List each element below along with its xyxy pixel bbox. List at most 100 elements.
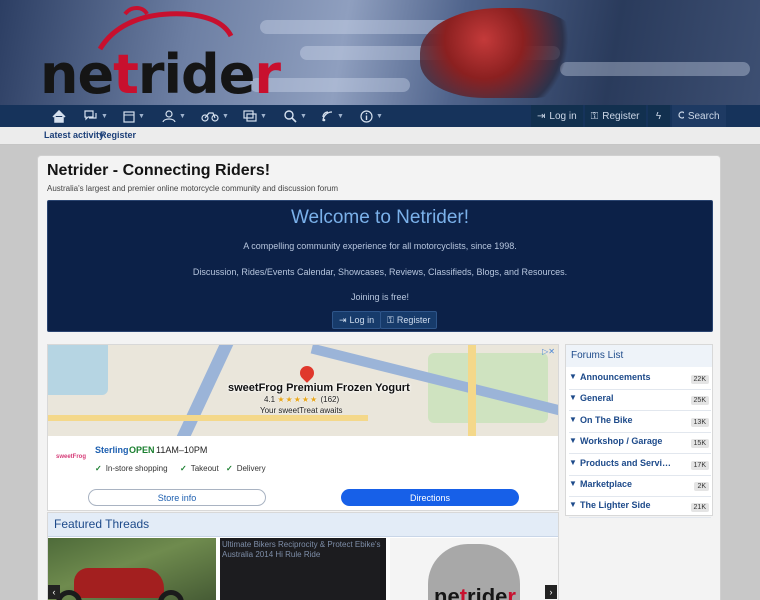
welcome-login-button[interactable]: ⇥ Log in: [332, 311, 382, 329]
welcome-heading: Welcome to Netrider!: [290, 207, 470, 228]
carousel-next-icon[interactable]: ›: [545, 585, 557, 599]
forum-label[interactable]: Workshop / Garage: [580, 436, 676, 446]
review-count: (162): [320, 395, 340, 404]
welcome-register-button[interactable]: ⚿ Register: [380, 311, 438, 329]
check-icon: ✓: [180, 464, 187, 473]
broken-image-alt: Ultimate Bikers Reciprocity & Protect Eb…: [222, 540, 381, 559]
latest-activity-link[interactable]: Latest activity: [44, 130, 104, 140]
motorcycle-image: [74, 568, 164, 598]
nav-forums[interactable]: ▼: [84, 105, 108, 127]
nav-calendar[interactable]: ▼: [123, 105, 145, 127]
chevron-down-icon[interactable]: ▼: [569, 393, 577, 402]
subnav-register-link[interactable]: Register: [100, 130, 136, 140]
nav-links[interactable]: ▼: [321, 105, 344, 127]
forum-item[interactable]: ▼ Workshop / Garage 15K: [569, 433, 711, 454]
welcome-notice: Welcome to Netrider! A compelling commun…: [47, 200, 713, 332]
chevron-down-icon: ▼: [376, 112, 383, 120]
chevron-down-icon[interactable]: ▼: [569, 500, 577, 509]
forum-count-badge: 22K: [690, 375, 709, 384]
nav-members[interactable]: ▼: [162, 105, 186, 127]
forum-item[interactable]: ▼ On The Bike 13K: [569, 412, 711, 433]
featured-threads: Featured Threads Ultimate Bikers Recipro…: [47, 512, 559, 600]
ad-feature: ✓ Takeout: [180, 464, 219, 473]
login-icon: ⇥: [537, 110, 546, 122]
nav-login-link[interactable]: ⇥ Log in: [531, 105, 583, 127]
forum-label[interactable]: Announcements: [580, 372, 676, 382]
ad-map-title: sweetFrog Premium Frozen Yogurt: [228, 382, 410, 394]
bolt-icon: ϟ: [655, 110, 662, 122]
forum-label[interactable]: The Lighter Side: [580, 500, 676, 510]
forum-count-badge: 15K: [690, 439, 709, 448]
map-road: [176, 345, 234, 436]
nav-info[interactable]: ▼: [360, 105, 383, 127]
ad-choices-icon[interactable]: ▷✕: [542, 347, 555, 356]
info-icon: [360, 109, 373, 123]
ad-unit[interactable]: sweetFrog Premium Frozen Yogurt 4.1 ★★★★…: [47, 344, 559, 511]
rating-value: 4.1: [264, 395, 276, 404]
welcome-line: Joining is free!: [350, 292, 410, 302]
ad-feature: ✓ Delivery: [226, 464, 266, 473]
chevron-down-icon: ▼: [337, 112, 344, 120]
chevron-down-icon[interactable]: ▼: [569, 436, 577, 445]
ad-store-name: Sterling: [95, 445, 129, 455]
featured-heading: Featured Threads: [54, 517, 150, 531]
nav-login-label: Log in: [549, 110, 577, 122]
forums-list-header: Forums List: [566, 345, 712, 367]
nav-bikes[interactable]: ▼: [201, 105, 229, 127]
chevron-down-icon: ▼: [260, 112, 267, 120]
forum-count-badge: 2K: [694, 482, 709, 491]
nav-search-link[interactable]: Search: [671, 105, 726, 127]
featured-thread-image[interactable]: [48, 538, 216, 600]
nav-search-label: Search: [687, 110, 720, 122]
store-info-button[interactable]: Store info: [88, 489, 266, 506]
nav-whats-new[interactable]: ϟ: [647, 105, 670, 127]
banner-rider-image: [420, 8, 580, 98]
forum-count-badge: 17K: [690, 461, 709, 470]
forum-label[interactable]: Marketplace: [580, 479, 676, 489]
showcase-icon: [243, 110, 257, 122]
feature-label: Takeout: [190, 464, 219, 473]
forum-label[interactable]: On The Bike: [580, 415, 676, 425]
feature-label: Delivery: [236, 464, 266, 473]
chevron-down-icon[interactable]: ▼: [569, 372, 577, 381]
chevron-down-icon[interactable]: ▼: [569, 479, 577, 488]
forum-item[interactable]: ▼ Products and Services 17K: [569, 455, 711, 476]
chevron-down-icon[interactable]: ▼: [569, 415, 577, 424]
forum-count-badge: 13K: [690, 418, 709, 427]
page-subtitle: Australia's largest and premier online m…: [47, 184, 338, 193]
bike-icon: [201, 112, 219, 122]
nav-register-link[interactable]: ⚿ Register: [584, 105, 646, 127]
forum-item[interactable]: ▼ Announcements 22K: [569, 369, 711, 390]
nav-showcase[interactable]: ▼: [243, 105, 267, 127]
directions-button[interactable]: Directions: [341, 489, 519, 506]
home-icon: [52, 109, 66, 123]
chevron-down-icon[interactable]: ▼: [569, 458, 577, 467]
map-pin-icon: [297, 363, 317, 383]
forum-label[interactable]: Products and Services: [580, 458, 676, 468]
header-banner: netrider: [0, 0, 760, 105]
featured-thread-image[interactable]: netrider: [390, 538, 558, 600]
carousel-prev-icon[interactable]: ‹: [48, 585, 60, 599]
featured-thread-image[interactable]: Ultimate Bikers Reciprocity & Protect Eb…: [220, 538, 386, 600]
site-logo[interactable]: netrider: [40, 48, 281, 102]
ad-map[interactable]: sweetFrog Premium Frozen Yogurt 4.1 ★★★★…: [48, 345, 558, 436]
links-icon: [322, 110, 333, 121]
chevron-down-icon: ▼: [138, 112, 145, 120]
map-area: [48, 345, 108, 395]
forums-list-heading[interactable]: Forums List: [571, 350, 623, 361]
forum-label[interactable]: General: [580, 393, 676, 403]
forum-count-badge: 25K: [690, 396, 709, 405]
chevron-down-icon: ▼: [101, 112, 108, 120]
nav-register-label: Register: [602, 110, 640, 122]
forum-item[interactable]: ▼ The Lighter Side 21K: [569, 497, 711, 518]
nav-home[interactable]: [52, 105, 66, 127]
nav-search[interactable]: ▼: [284, 105, 307, 127]
map-road: [468, 345, 476, 436]
chevron-down-icon: ▼: [300, 112, 307, 120]
search-icon: [677, 111, 684, 119]
ad-logo: sweetFrog: [56, 454, 87, 460]
chevron-down-icon: ▼: [222, 112, 229, 120]
forum-item[interactable]: ▼ General 25K: [569, 390, 711, 411]
forum-item[interactable]: ▼ Marketplace 2K: [569, 476, 711, 497]
sub-nav: Latest activity Register: [0, 127, 760, 145]
